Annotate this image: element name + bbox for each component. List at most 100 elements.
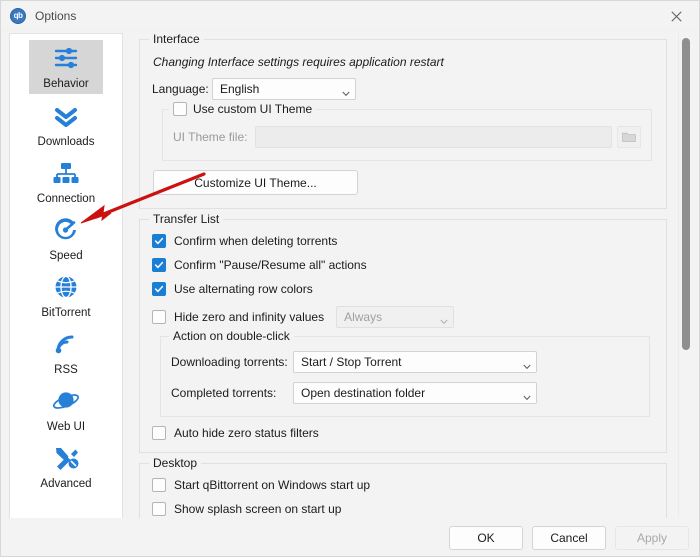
hide-zero-select[interactable]: Always [336,306,455,328]
language-select-value: English [220,82,260,96]
language-row: Language: English [152,78,654,100]
ok-button[interactable]: OK [449,526,523,550]
alternating-row-colors-checkbox[interactable]: Use alternating row colors [152,282,654,296]
apply-button[interactable]: Apply [615,526,689,550]
completed-action-row: Completed torrents: Open destination fol… [171,382,639,404]
interface-group: Interface Changing Interface settings re… [139,33,667,209]
sidebar-item-connection[interactable]: Connection [10,151,122,208]
checkbox-label: Show splash screen on start up [174,502,342,516]
customize-ui-theme-button[interactable]: Customize UI Theme... [153,170,358,195]
cancel-button[interactable]: Cancel [532,526,606,550]
settings-sidebar[interactable]: Behavior Downloads Connection Speed BitT… [9,33,123,549]
theme-file-row: UI Theme file: [173,126,641,148]
hide-zero-select-value: Always [344,310,383,324]
double-click-group-title: Action on double-click [169,329,294,343]
auto-hide-label: Auto hide zero status filters [174,426,319,440]
checkbox-box [152,234,166,248]
completed-action-select[interactable]: Open destination folder [293,382,537,404]
checkbox-box [152,282,166,296]
hide-zero-row: Hide zero and infinity values Always [152,306,654,328]
dialog-buttons: OK Cancel Apply [449,526,689,550]
rss-icon [49,328,83,360]
folder-icon [622,132,636,142]
chevron-down-icon [523,391,531,401]
title-bar: qb Options [1,1,699,31]
confirm-delete-checkbox[interactable]: Confirm when deleting torrents [152,234,654,248]
downloading-action-select[interactable]: Start / Stop Torrent [293,351,537,373]
panel-scrollbar[interactable] [678,33,692,518]
globe-icon [49,271,83,303]
desktop-group: Desktop Start qBittorrent on Windows sta… [139,456,667,518]
window-title: Options [35,8,77,23]
network-icon [49,157,83,189]
language-label: Language: [152,82,209,96]
close-icon[interactable] [654,1,699,31]
check-icon [154,285,164,293]
start-on-windows-startup-checkbox[interactable]: Start qBittorrent on Windows start up [152,478,654,492]
sidebar-item-label: Web UI [46,421,86,433]
custom-theme-group: Use custom UI Theme UI Theme file: [162,102,652,161]
sidebar-item-downloads[interactable]: Downloads [10,94,122,151]
show-splash-screen-checkbox[interactable]: Show splash screen on start up [152,502,654,516]
auto-hide-zero-filters-checkbox[interactable]: Auto hide zero status filters [152,426,654,440]
sidebar-item-label: Speed [49,250,83,262]
interface-group-title: Interface [149,33,204,46]
tools-icon [49,442,83,474]
sidebar-item-speed[interactable]: Speed [10,208,122,265]
transfer-list-group-title: Transfer List [149,212,224,226]
checkbox-box [152,502,166,516]
use-custom-theme-checkbox[interactable]: Use custom UI Theme [169,102,317,116]
sidebar-item-advanced[interactable]: Advanced [10,436,122,493]
confirm-pause-resume-checkbox[interactable]: Confirm "Pause/Resume all" actions [152,258,654,272]
restart-note: Changing Interface settings requires app… [153,55,444,69]
planet-icon [49,385,83,417]
sidebar-item-bittorrent[interactable]: BitTorrent [10,265,122,322]
chevron-down-icon [440,315,448,325]
dialog-body: Behavior Downloads Connection Speed BitT… [1,31,699,556]
theme-file-input[interactable] [255,126,612,148]
options-dialog: qb Options Behavior Downloads Connection… [0,0,700,557]
settings-panel-content: Interface Changing Interface settings re… [131,33,677,518]
hide-zero-label: Hide zero and infinity values [174,310,325,324]
use-custom-theme-label: Use custom UI Theme [193,102,313,116]
checkbox-box [152,258,166,272]
double-chevron-down-icon [49,100,83,132]
checkbox-label: Confirm when deleting torrents [174,234,338,248]
sidebar-item-label: Connection [36,193,96,205]
language-select[interactable]: English [212,78,356,100]
sidebar-item-label: BitTorrent [41,307,91,319]
completed-action-label: Completed torrents: [171,386,277,400]
theme-file-label: UI Theme file: [173,130,248,144]
scrollbar-thumb[interactable] [682,38,690,350]
customize-theme-row: Customize UI Theme... [152,170,654,195]
checkbox-box [152,478,166,492]
checkbox-label: Confirm "Pause/Resume all" actions [174,258,367,272]
checkbox-label: Start qBittorrent on Windows start up [174,478,371,492]
downloading-action-row: Downloading torrents: Start / Stop Torre… [171,351,639,373]
checkbox-box [173,102,187,116]
checkbox-label: Use alternating row colors [174,282,313,296]
downloading-action-value: Start / Stop Torrent [301,355,402,369]
desktop-group-title: Desktop [149,456,202,470]
checkbox-box [152,310,166,324]
speedometer-icon [49,214,83,246]
sidebar-item-rss[interactable]: RSS [10,322,122,379]
downloading-action-label: Downloading torrents: [171,355,288,369]
check-icon [154,261,164,269]
sidebar-item-label: Behavior [37,76,95,93]
sidebar-item-label: Downloads [37,136,95,148]
sidebar-item-label: RSS [54,364,78,376]
dialog-footer: OK Cancel Apply [1,518,699,556]
theme-file-browse-button[interactable] [617,126,641,148]
sliders-icon [48,42,83,74]
sidebar-item-web-ui[interactable]: Web UI [10,379,122,436]
sidebar-item-label: Advanced [40,478,92,490]
completed-action-value: Open destination folder [301,386,426,400]
settings-panel: Interface Changing Interface settings re… [131,33,693,518]
transfer-list-group: Transfer List Confirm when deleting torr… [139,212,667,453]
hide-zero-checkbox[interactable]: Hide zero and infinity values [152,310,324,324]
sidebar-item-behavior[interactable]: Behavior [10,34,122,94]
qb-logo-icon: qb [10,7,26,24]
check-icon [154,237,164,245]
double-click-group: Action on double-click Downloading torre… [160,329,650,417]
